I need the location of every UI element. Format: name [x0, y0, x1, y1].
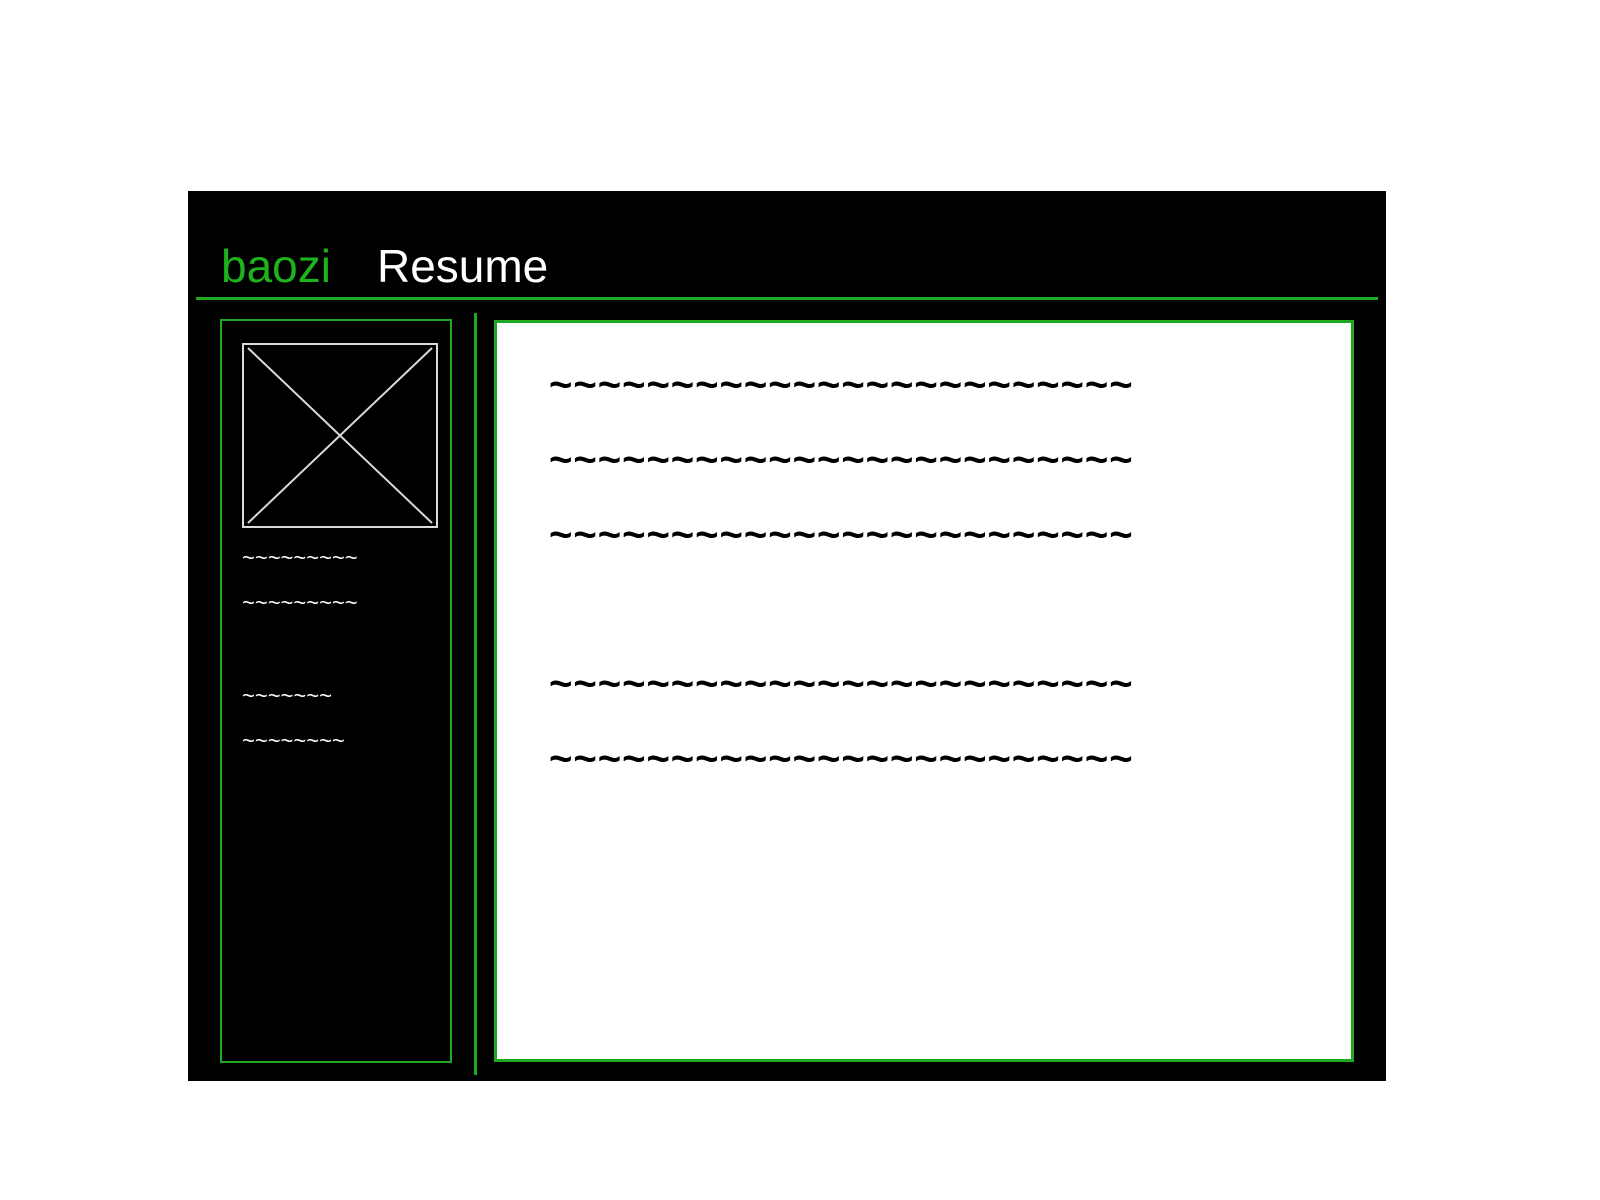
page-title: Resume [376, 240, 549, 292]
sidebar-text-line: ~~~~~~~~~ [242, 545, 358, 570]
content-text-line: ~~~~~~~~~~~~~~~~~~~~~~~~ [549, 363, 1134, 407]
sidebar-text-line: ~~~~~~~ [242, 683, 332, 708]
header-divider [196, 297, 1378, 300]
resume-page-frame: baozi Resume ~~~~~~~~~ ~~~~~~~~~ ~~~~~~~ … [188, 191, 1386, 1081]
profile-sidebar: ~~~~~~~~~ ~~~~~~~~~ ~~~~~~~ ~~~~~~~~ [220, 319, 452, 1063]
sidebar-text-line: ~~~~~~~~~ [242, 590, 358, 615]
column-divider [474, 313, 477, 1075]
content-text-line: ~~~~~~~~~~~~~~~~~~~~~~~~ [549, 438, 1134, 482]
resume-content-panel: ~~~~~~~~~~~~~~~~~~~~~~~~ ~~~~~~~~~~~~~~~… [494, 320, 1354, 1062]
brand-name[interactable]: baozi [221, 240, 331, 292]
sidebar-text-line: ~~~~~~~~ [242, 728, 345, 753]
content-text-line: ~~~~~~~~~~~~~~~~~~~~~~~~ [549, 513, 1134, 557]
content-text-line: ~~~~~~~~~~~~~~~~~~~~~~~~ [549, 737, 1134, 781]
image-placeholder-icon [242, 343, 438, 528]
site-header: baozi Resume [221, 243, 548, 289]
content-text-line: ~~~~~~~~~~~~~~~~~~~~~~~~ [549, 662, 1134, 706]
